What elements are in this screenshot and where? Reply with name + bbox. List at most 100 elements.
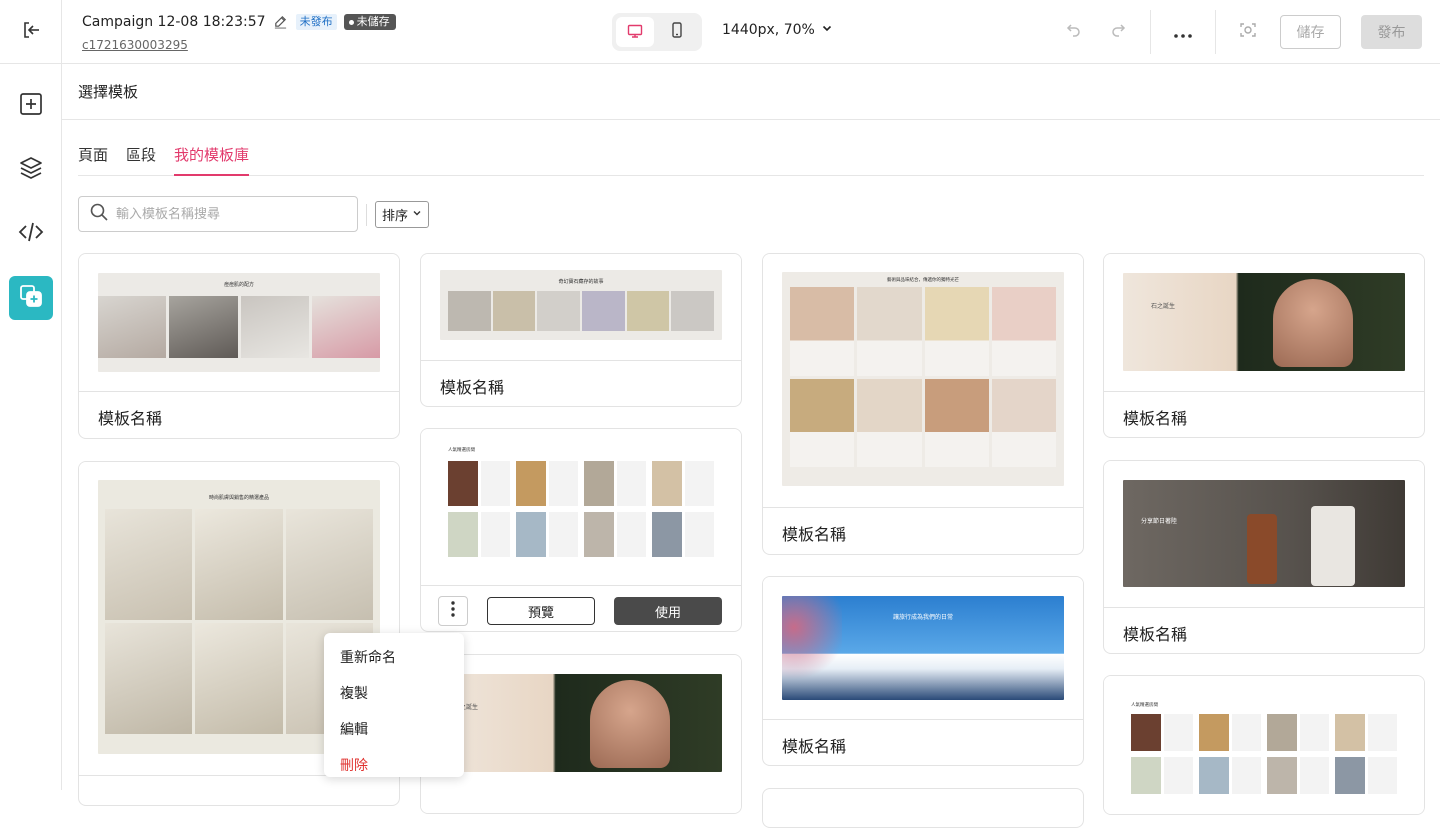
toolbar-divider [1150, 10, 1151, 54]
add-element-button[interactable] [9, 84, 53, 128]
thumbnail-title: 石之誕生 [1151, 303, 1176, 310]
publish-button[interactable]: 發布 [1361, 15, 1422, 49]
sort-dropdown[interactable]: 排序 [375, 201, 430, 228]
desktop-icon [627, 23, 643, 42]
thumbnail-title: 時尚肌膚與銷售的精選產品 [208, 495, 269, 501]
template-name: 模板名稱 [1123, 625, 1188, 644]
undo-button[interactable] [1058, 16, 1090, 48]
template-library-button[interactable] [9, 276, 53, 320]
template-thumbnail: 人氣精選房間 [421, 429, 741, 586]
menu-item-delete[interactable]: 刪除 [324, 747, 464, 783]
template-thumbnail: 石之誕生 [1104, 254, 1424, 392]
template-thumbnail: 讓旅行成為我們的日常 [763, 577, 1083, 720]
template-thumbnail: 人氣精選房間 [1104, 676, 1424, 814]
chevron-down-icon [412, 207, 422, 222]
tab-sections[interactable]: 區段 [126, 140, 156, 176]
template-card[interactable]: 奇幻寶石藏存的故事 模板名稱 [420, 253, 742, 407]
template-card[interactable]: 人氣精選房間 [1103, 675, 1425, 815]
preview-button[interactable]: 預覽 [487, 597, 595, 625]
campaign-title-block: Campaign 12-08 18:23:57 未發布 未儲存 c1721630… [82, 12, 396, 52]
mobile-view-button[interactable] [658, 17, 696, 47]
code-icon [18, 221, 44, 247]
card-actions: 預覽 使用 [421, 587, 741, 631]
template-thumbnail-image: 分享節日著陸 [1123, 480, 1405, 587]
vertical-ellipsis-icon [451, 601, 455, 621]
exit-icon [21, 20, 41, 44]
template-card[interactable] [762, 788, 1084, 828]
template-name: 模板名稱 [440, 378, 505, 397]
zoom-value: 1440px, 70% [722, 22, 815, 38]
layers-button[interactable] [9, 148, 53, 192]
campaign-id-link[interactable]: c1721630003295 [82, 38, 396, 52]
more-options-button[interactable] [1167, 16, 1199, 48]
panel-title: 選擇模板 [62, 64, 1440, 120]
thumbnail-title: 痘痘肌的配方 [223, 282, 254, 288]
template-name: 模板名稱 [1123, 409, 1188, 428]
top-bar: Campaign 12-08 18:23:57 未發布 未儲存 c1721630… [0, 0, 1440, 64]
menu-item-edit[interactable]: 編輯 [324, 711, 464, 747]
unpublished-badge: 未發布 [295, 14, 337, 30]
search-icon [90, 203, 108, 225]
template-thumbnail-image: 藝術與品味結合，傳遞你的獨特光芒 [782, 272, 1064, 486]
device-toggle [612, 13, 702, 51]
template-panel: 選擇模板 頁面 區段 我的模板庫 排序 痘痘肌的配方 [62, 64, 1440, 828]
template-tabs: 頁面 區段 我的模板庫 [78, 140, 1424, 176]
template-thumbnail-image: 讓旅行成為我們的日常 [782, 596, 1064, 700]
left-rail [0, 64, 62, 790]
edit-title-icon[interactable] [273, 14, 289, 30]
search-input[interactable] [116, 206, 346, 222]
template-card[interactable]: 痘痘肌的配方 模板名稱 [78, 253, 400, 439]
code-button[interactable] [9, 212, 53, 256]
desktop-view-button[interactable] [616, 17, 654, 47]
tab-pages[interactable]: 頁面 [78, 140, 108, 176]
screenshot-button[interactable] [1232, 16, 1264, 48]
save-button[interactable]: 儲存 [1280, 15, 1341, 49]
zoom-select[interactable]: 1440px, 70% [722, 22, 833, 38]
template-search [78, 196, 358, 232]
template-thumbnail-image: 人氣精選房間 [1123, 694, 1405, 804]
exit-button[interactable] [0, 0, 62, 63]
tab-my-library[interactable]: 我的模板庫 [174, 140, 250, 176]
toolbar-divider [1215, 10, 1216, 54]
thumbnail-title: 分享節日著陸 [1141, 518, 1178, 525]
layers-icon [18, 155, 44, 185]
template-thumbnail-image: 奇幻寶石藏存的故事 [440, 270, 722, 340]
template-thumbnail: 分享節日著陸 [1104, 461, 1424, 608]
template-thumbnail: 石之誕生 [421, 655, 741, 813]
template-thumbnail-image: 痘痘肌的配方 [98, 273, 380, 372]
template-thumbnail-image: 人氣精選房間 [440, 445, 722, 571]
menu-item-duplicate[interactable]: 複製 [324, 675, 464, 711]
thumbnail-title: 人氣精選房間 [1131, 703, 1158, 708]
card-context-menu: 重新命名 複製 編輯 刪除 [324, 633, 464, 777]
undo-icon [1065, 21, 1083, 43]
unsaved-badge-label: 未儲存 [356, 15, 390, 28]
redo-icon [1109, 21, 1127, 43]
mobile-icon [671, 22, 683, 42]
menu-item-rename[interactable]: 重新命名 [324, 639, 464, 675]
chevron-down-icon [821, 22, 833, 38]
use-button[interactable]: 使用 [614, 597, 722, 625]
template-thumbnail-image: 石之誕生 [1123, 273, 1405, 371]
unsaved-badge: 未儲存 [343, 14, 396, 30]
thumbnail-title: 藝術與品味結合，傳遞你的獨特光芒 [887, 278, 959, 283]
campaign-title: Campaign 12-08 18:23:57 [82, 14, 266, 30]
template-thumbnail: 痘痘肌的配方 [79, 254, 399, 392]
template-card[interactable]: 人氣精選房間 預覽 使用 [420, 428, 742, 632]
sort-label: 排序 [382, 209, 409, 224]
template-name: 模板名稱 [782, 525, 847, 544]
template-card[interactable]: 藝術與品味結合，傳遞你的獨特光芒 模板名稱 [762, 253, 1084, 555]
toolbar-divider [366, 204, 367, 226]
template-card[interactable]: 讓旅行成為我們的日常 模板名稱 [762, 576, 1084, 766]
screenshot-icon [1239, 21, 1257, 43]
thumbnail-title: 奇幻寶石藏存的故事 [558, 279, 604, 285]
ellipsis-icon [1174, 23, 1192, 42]
template-card[interactable]: 石之誕生 模板名稱 [1103, 253, 1425, 438]
template-thumbnail: 藝術與品味結合，傳遞你的獨特光芒 [763, 254, 1083, 508]
template-card[interactable]: 分享節日著陸 模板名稱 [1103, 460, 1425, 654]
thumbnail-title: 人氣精選房間 [448, 448, 475, 453]
template-name: 模板名稱 [782, 737, 847, 756]
redo-button[interactable] [1102, 16, 1134, 48]
template-thumbnail: 奇幻寶石藏存的故事 [421, 254, 741, 361]
template-card[interactable]: 石之誕生 [420, 654, 742, 814]
card-more-button[interactable] [438, 596, 468, 626]
